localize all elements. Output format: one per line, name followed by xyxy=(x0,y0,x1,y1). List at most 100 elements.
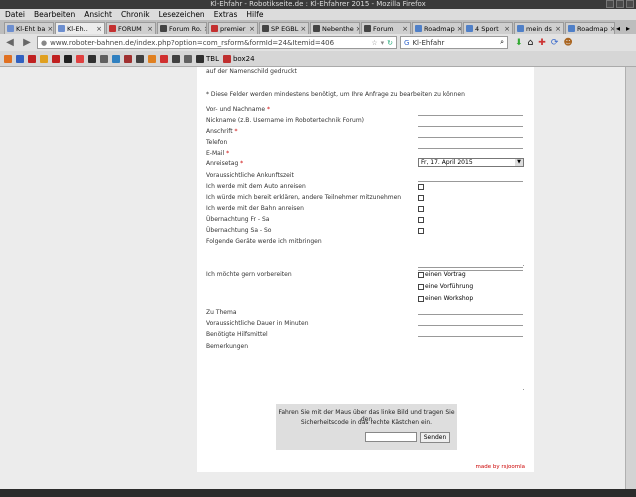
tab-close-icon[interactable]: × xyxy=(47,25,53,33)
bookmark-item[interactable]: TBL xyxy=(196,54,219,63)
bookmark-icon[interactable] xyxy=(100,54,108,63)
text-input[interactable] xyxy=(418,126,523,127)
bookmark-icon[interactable] xyxy=(184,54,192,63)
tab-close-icon[interactable]: × xyxy=(356,25,359,33)
tab-close-icon[interactable]: × xyxy=(300,25,306,33)
checkbox[interactable] xyxy=(418,206,424,212)
site-identity-icon[interactable]: ● xyxy=(41,39,47,47)
bookmark-icon[interactable] xyxy=(124,54,132,63)
tab-close-icon[interactable]: × xyxy=(249,25,255,33)
tab[interactable]: 4 Sport × xyxy=(463,22,513,34)
menu-item[interactable]: Extras xyxy=(214,10,238,19)
bookmark-icon[interactable] xyxy=(76,54,84,63)
tab-favicon-icon xyxy=(262,25,269,32)
textarea-resize-handle[interactable] xyxy=(523,389,524,390)
bookmark-icon[interactable] xyxy=(172,54,180,63)
download-icon[interactable]: ⬇ xyxy=(515,38,523,48)
tab[interactable]: Nebenthe× xyxy=(310,22,360,34)
checkbox[interactable] xyxy=(418,283,424,290)
tab[interactable]: Forum × xyxy=(361,22,411,34)
text-input[interactable] xyxy=(418,137,523,138)
bookmark-icon[interactable] xyxy=(148,54,156,63)
menu-item[interactable]: Lesezeichen xyxy=(159,10,205,19)
close-button[interactable] xyxy=(626,0,634,8)
bookmark-star-icon[interactable]: ☆ xyxy=(371,39,377,47)
bookmark-icon[interactable] xyxy=(16,54,24,63)
tab[interactable]: Kl-Eh.. × xyxy=(55,22,105,34)
monkey-icon[interactable]: ☻ xyxy=(563,38,572,48)
tab-close-icon[interactable]: × xyxy=(457,25,461,33)
back-button[interactable]: ◀ xyxy=(3,36,17,49)
bookmark-icon[interactable] xyxy=(4,54,12,63)
menu-item[interactable]: Bearbeiten xyxy=(34,10,75,19)
checkbox[interactable] xyxy=(418,184,424,190)
addon-icon[interactable]: ✚ xyxy=(538,38,546,48)
sync-icon[interactable]: ⟳ xyxy=(551,38,559,48)
menu-item[interactable]: Hilfe xyxy=(246,10,263,19)
tab-close-icon[interactable]: × xyxy=(96,25,102,33)
tab[interactable]: FORUM × xyxy=(106,22,156,34)
bookmark-icon[interactable] xyxy=(52,54,60,63)
text-input[interactable] xyxy=(418,148,523,149)
checkbox[interactable] xyxy=(418,195,424,201)
vertical-scrollbar[interactable] xyxy=(625,67,636,489)
prepare-option[interactable]: einen Vortrag xyxy=(418,271,466,278)
tab-close-icon[interactable]: × xyxy=(555,25,561,33)
tab-close-icon[interactable]: × xyxy=(402,25,408,33)
checkbox[interactable] xyxy=(418,295,424,302)
text-input[interactable] xyxy=(418,314,523,315)
tab[interactable]: SP EGBL × xyxy=(259,22,309,34)
tab-close-icon[interactable]: × xyxy=(204,25,206,33)
bookmark-icon[interactable] xyxy=(40,54,48,63)
tab-close-icon[interactable]: × xyxy=(504,25,510,33)
search-bar[interactable]: G Kl-Ehfahr ⌕ xyxy=(400,36,508,49)
text-input[interactable] xyxy=(418,336,523,337)
text-input[interactable] xyxy=(418,181,523,182)
bookmark-icon[interactable] xyxy=(160,54,168,63)
menu-item[interactable]: Ansicht xyxy=(84,10,112,19)
bookmark-icon[interactable] xyxy=(136,54,144,63)
tab-scroll-left-icon[interactable]: ◂ xyxy=(616,24,620,33)
field-label: Nickname (z.B. Username im Robotertechni… xyxy=(206,117,365,124)
bookmark-icon[interactable] xyxy=(28,54,36,63)
tab-close-icon[interactable]: × xyxy=(610,25,614,33)
form-field: Zu Thema xyxy=(206,309,237,316)
captcha-input[interactable] xyxy=(365,432,417,442)
text-input[interactable] xyxy=(418,115,523,116)
chevron-down-icon[interactable]: ▼ xyxy=(515,159,523,166)
maximize-button[interactable] xyxy=(616,0,624,8)
home-icon[interactable]: ⌂ xyxy=(528,38,534,48)
checkbox[interactable] xyxy=(418,217,424,223)
dropdown-arrow-icon[interactable]: ▾ xyxy=(381,39,385,47)
textarea-resize-handle[interactable] xyxy=(523,265,524,266)
submit-button[interactable]: Senden xyxy=(420,432,450,443)
prepare-option[interactable]: einen Workshop xyxy=(418,295,473,302)
footer-link[interactable]: made by rsjoomla xyxy=(476,464,526,470)
reload-icon[interactable]: ↻ xyxy=(387,39,393,47)
bookmark-icon[interactable] xyxy=(64,54,72,63)
menu-item[interactable]: Datei xyxy=(5,10,25,19)
tab[interactable]: Roadmap× xyxy=(412,22,462,34)
checkbox[interactable] xyxy=(418,271,424,278)
tab[interactable]: premier × xyxy=(208,22,258,34)
menu-item[interactable]: Chronik xyxy=(121,10,150,19)
forward-button[interactable]: ▶ xyxy=(20,36,34,49)
tab-close-icon[interactable]: × xyxy=(147,25,153,33)
date-select[interactable]: Fr, 17. April 2015 ▼ xyxy=(418,158,524,167)
bookmark-icon[interactable] xyxy=(88,54,96,63)
textarea-input[interactable] xyxy=(418,267,523,268)
bookmark-item[interactable]: box24 xyxy=(222,54,255,63)
text-input[interactable] xyxy=(418,325,523,326)
tab[interactable]: Forum Ro.× xyxy=(157,22,207,34)
bookmark-icon[interactable] xyxy=(112,54,120,63)
tab[interactable]: mein ds × xyxy=(514,22,564,34)
url-bar[interactable]: ● www.roboter-bahnen.de/index.php?option… xyxy=(37,36,397,49)
search-icon[interactable]: ⌕ xyxy=(500,38,504,47)
prepare-option[interactable]: eine Vorführung xyxy=(418,283,473,290)
tab[interactable]: Roadmap× xyxy=(565,22,615,34)
checkbox[interactable] xyxy=(418,228,424,234)
minimize-button[interactable] xyxy=(606,0,614,8)
search-engine-icon[interactable]: G xyxy=(404,39,409,47)
tab-scroll-right-icon[interactable]: ▸ xyxy=(626,24,630,33)
tab[interactable]: Kl-Eht ba × xyxy=(4,22,54,34)
